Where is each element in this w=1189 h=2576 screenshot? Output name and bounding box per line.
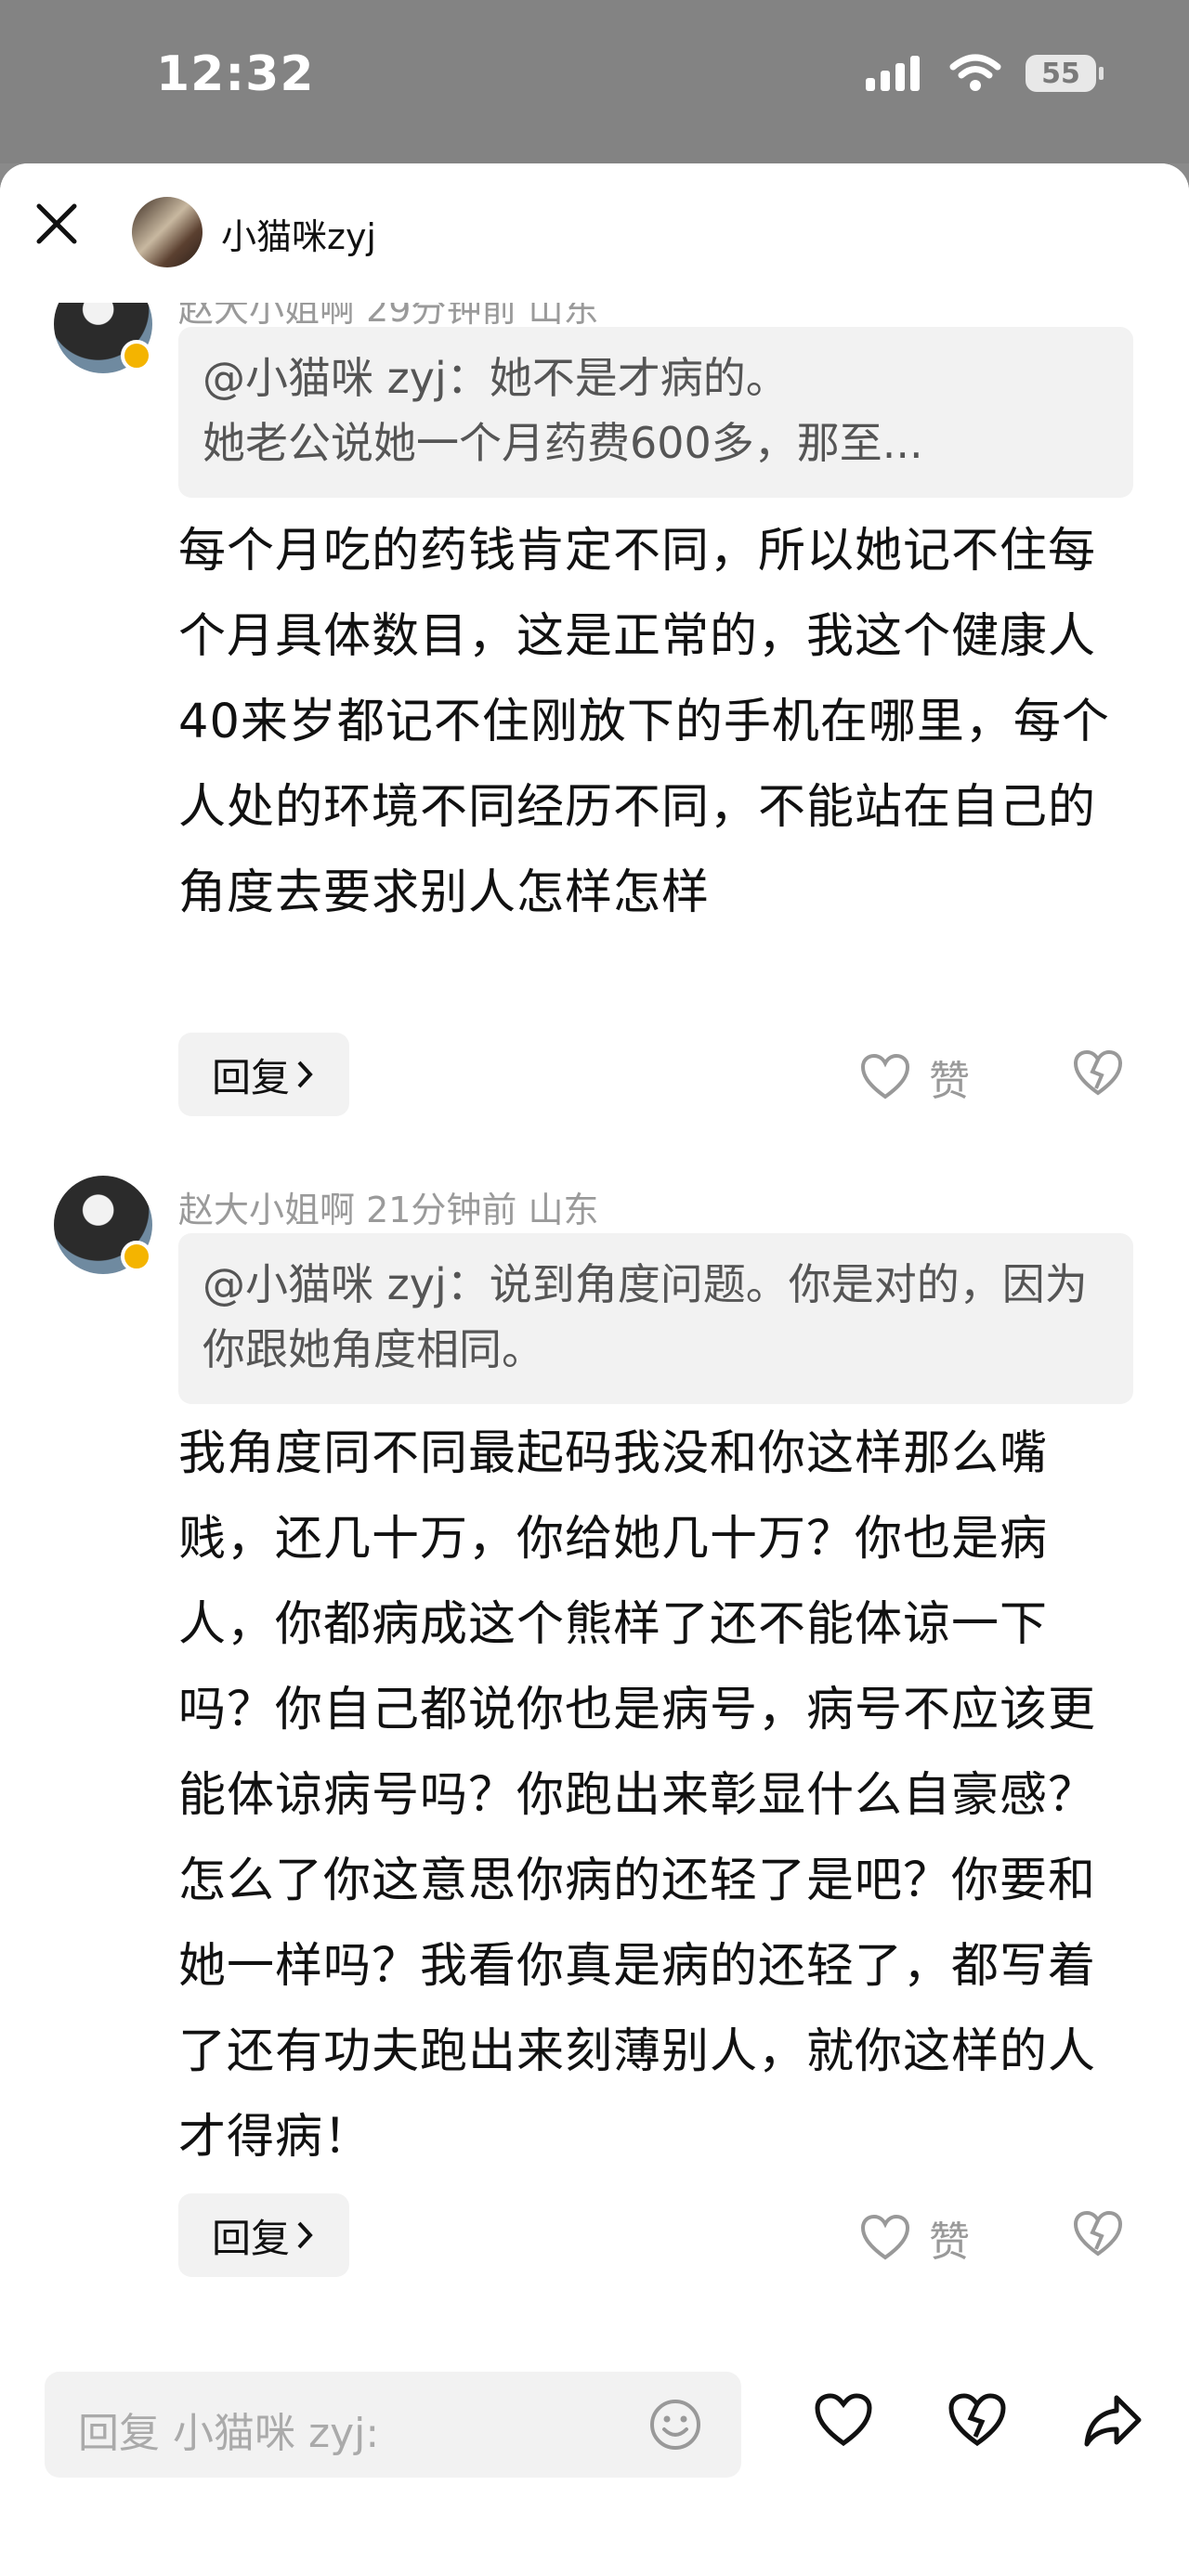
comment-body: 每个月吃的药钱肯定不同，所以她记不住每个月具体数目，这是正常的，我这个健康人40… xyxy=(178,524,1110,920)
comment-body: 我角度同不同最起码我没和你这样那么嘴贱，还几十万，你给她几十万？你也是病人，你都… xyxy=(178,1426,1097,2165)
wifi-icon xyxy=(949,54,1001,91)
like-label: 赞 xyxy=(929,2218,970,2266)
header-username: 小猫咪zyj xyxy=(221,216,376,257)
reply-input[interactable]: 回复 小猫咪 zyj: xyxy=(45,2372,741,2478)
chevron-right-icon xyxy=(297,2221,313,2249)
quoted-reply[interactable]: @小猫咪 zyj：她不是才病的。 她老公说她一个月药费600多，那至... xyxy=(178,327,1133,498)
reply-label: 回复 xyxy=(211,1054,290,1100)
broken-heart-icon[interactable] xyxy=(1072,2210,1124,2258)
like-button[interactable]: 赞 xyxy=(860,1047,970,1107)
heart-icon xyxy=(860,1053,910,1099)
reply-button[interactable]: 回复 xyxy=(178,1033,349,1116)
reply-label: 回复 xyxy=(211,2215,290,2261)
header-avatar[interactable] xyxy=(132,197,203,267)
broken-heart-icon[interactable] xyxy=(947,2392,1007,2448)
comment-sheet: 赵大小姐啊 29分钟前 山东 @小猫咪 zyj：她不是才病的。 她老公说她一个月… xyxy=(0,163,1189,2576)
chevron-right-icon xyxy=(297,1060,313,1088)
comment-meta: 赵大小姐啊 21分钟前 山东 xyxy=(178,1190,599,1230)
broken-heart-icon[interactable] xyxy=(1072,1049,1124,1098)
close-icon[interactable] xyxy=(32,199,82,249)
heart-icon xyxy=(860,2214,910,2260)
quoted-reply[interactable]: @小猫咪 zyj：说到角度问题。你是对的，因为你跟她角度相同。 xyxy=(178,1233,1133,1404)
like-label: 赞 xyxy=(929,1058,970,1105)
reply-input-placeholder: 回复 小猫咪 zyj: xyxy=(78,2410,380,2457)
status-time: 12:32 xyxy=(156,46,315,102)
heart-icon[interactable] xyxy=(814,2392,873,2448)
like-button[interactable]: 赞 xyxy=(860,2208,970,2268)
share-icon[interactable] xyxy=(1083,2392,1143,2448)
sheet-header: 小猫咪zyj xyxy=(0,163,1189,303)
battery-indicator: 55 xyxy=(1026,55,1104,92)
reply-button[interactable]: 回复 xyxy=(178,2193,349,2277)
status-icons: 55 xyxy=(864,54,1104,93)
verified-badge xyxy=(121,340,152,371)
signal-icon xyxy=(866,56,920,91)
status-bar: 12:32 55 xyxy=(0,0,1189,163)
verified-badge xyxy=(121,1241,152,1272)
emoji-icon[interactable] xyxy=(648,2398,702,2452)
quote-line: @小猫咪 zyj：她不是才病的。 xyxy=(203,353,789,403)
quote-line: 她老公说她一个月药费600多，那至... xyxy=(203,418,923,468)
